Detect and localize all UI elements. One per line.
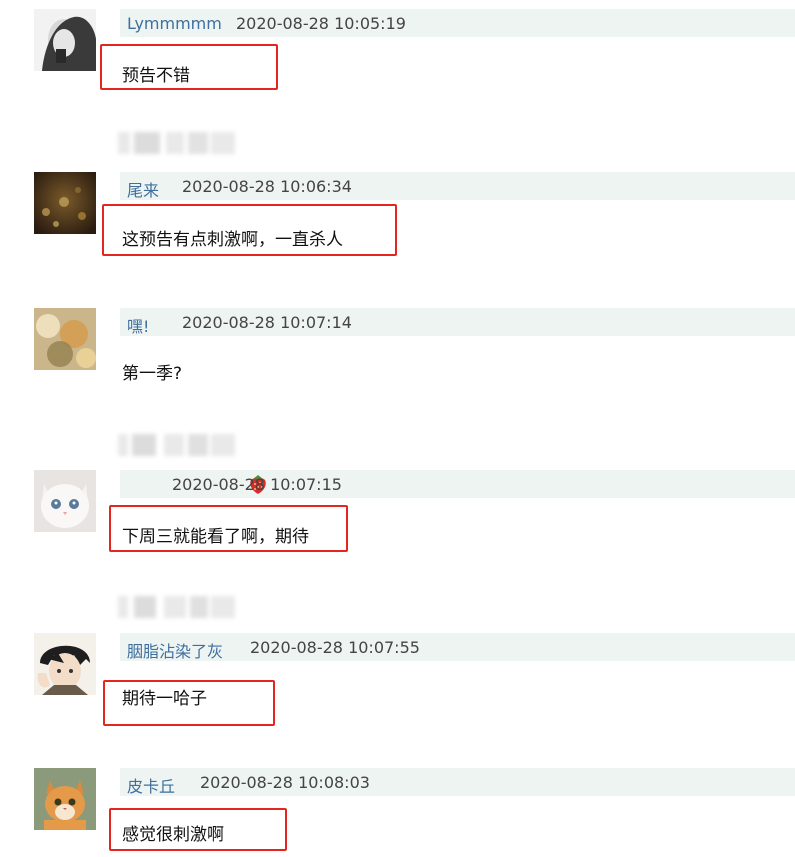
avatar-portrait-bw-icon — [34, 9, 96, 71]
highlight-box — [100, 44, 278, 90]
avatar-floral-painting-icon — [34, 308, 96, 370]
avatar-golden-bokeh-icon — [34, 172, 96, 234]
comment-meta: Lymmmmm 2020-08-28 10:05:19 — [120, 9, 795, 37]
blurred-content — [118, 130, 235, 156]
timestamp: 2020-08-28 10:05:19 — [236, 14, 406, 33]
username[interactable]: 尾来 — [127, 177, 159, 201]
avatar[interactable] — [34, 308, 96, 370]
avatar-anime-boy-icon — [34, 633, 96, 695]
timestamp: 2020-08-28 10:07:55 — [250, 638, 420, 657]
highlight-box — [102, 204, 397, 256]
username[interactable]: 皮卡丘 — [127, 773, 175, 797]
timestamp: 2020-08-28 10:08:03 — [200, 773, 370, 792]
username[interactable]: Lymmmmm — [127, 14, 222, 33]
highlight-box — [109, 505, 348, 552]
avatar[interactable] — [34, 633, 96, 695]
comment-meta: 皮卡丘 2020-08-28 10:08:03 — [120, 768, 795, 796]
avatar[interactable] — [34, 9, 96, 71]
comment-meta: 嘿! 2020-08-28 10:07:14 — [120, 308, 795, 336]
username[interactable]: 嘿! — [127, 313, 149, 337]
highlight-box — [103, 680, 275, 726]
avatar-orange-cat-icon — [34, 768, 96, 830]
avatar-white-kitten-icon — [34, 470, 96, 532]
timestamp: 2020-08-28 10:07:14 — [182, 313, 352, 332]
avatar[interactable] — [34, 172, 96, 234]
blurred-content — [118, 594, 235, 620]
highlight-box — [109, 808, 287, 851]
blurred-content — [118, 432, 235, 458]
comment-meta: 2020-08-28 10:07:15 — [120, 470, 795, 498]
timestamp: 2020-08-28 10:07:15 — [172, 475, 342, 494]
avatar[interactable] — [34, 470, 96, 532]
username[interactable]: 胭脂沾染了灰 — [127, 638, 223, 662]
comment-meta: 尾来 2020-08-28 10:06:34 — [120, 172, 795, 200]
timestamp: 2020-08-28 10:06:34 — [182, 177, 352, 196]
comment-meta: 胭脂沾染了灰 2020-08-28 10:07:55 — [120, 633, 795, 661]
avatar[interactable] — [34, 768, 96, 830]
comment-text: 第一季? — [122, 364, 183, 384]
